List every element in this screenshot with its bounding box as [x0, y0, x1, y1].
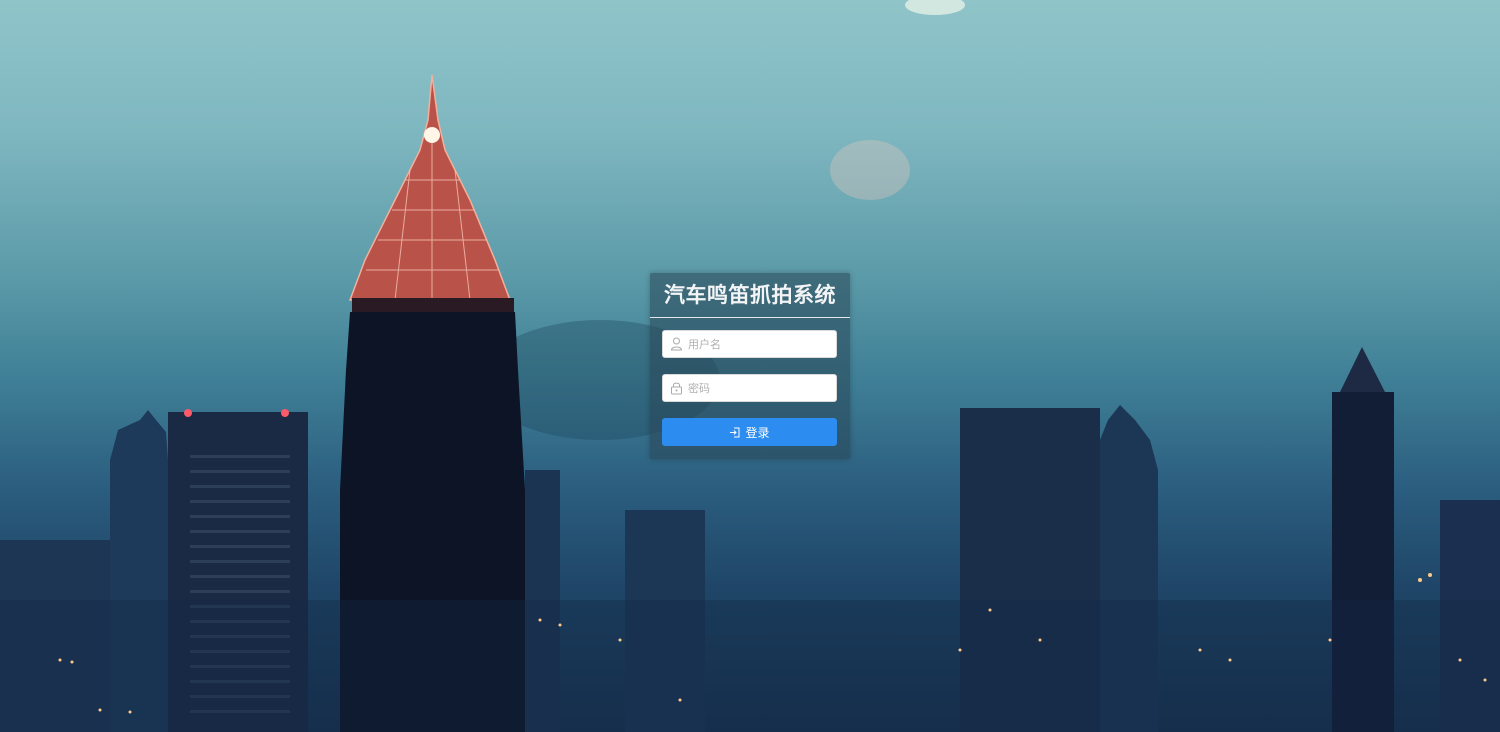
- lock-icon: [671, 382, 682, 395]
- username-input[interactable]: [688, 331, 833, 357]
- login-button[interactable]: 登录: [662, 418, 837, 446]
- user-icon: [670, 337, 683, 351]
- login-title: 汽车鸣笛抓拍系统: [650, 273, 850, 318]
- password-input[interactable]: [688, 375, 833, 401]
- login-button-label: 登录: [745, 425, 770, 440]
- login-icon: [730, 427, 740, 437]
- password-field-wrapper[interactable]: [662, 374, 837, 402]
- login-panel: 汽车鸣笛抓拍系统 登录: [650, 273, 850, 459]
- username-field-wrapper[interactable]: [662, 330, 837, 358]
